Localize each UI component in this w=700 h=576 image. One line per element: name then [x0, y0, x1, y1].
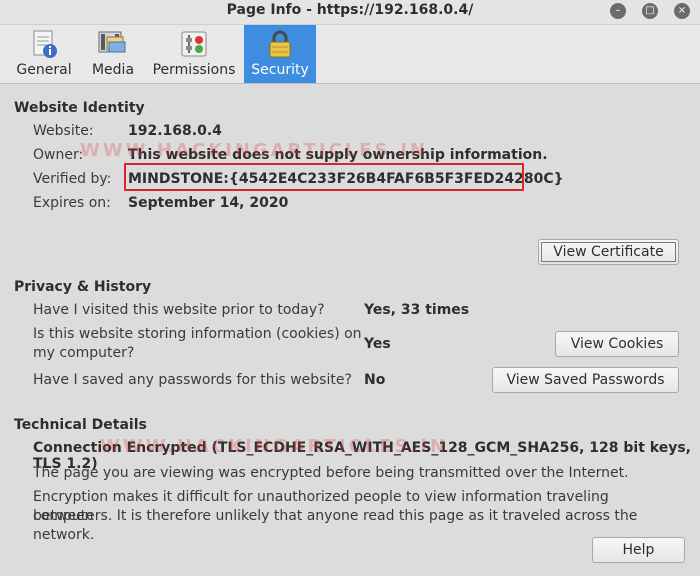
privacy-history-heading: Privacy & History	[14, 279, 152, 295]
maximize-icon: □	[645, 5, 655, 16]
tab-security[interactable]: Security	[244, 25, 316, 83]
website-value: 192.168.0.4	[128, 123, 222, 139]
verified-by-label: Verified by:	[33, 171, 112, 187]
tab-permissions-label: Permissions	[152, 62, 236, 78]
tab-media-label: Media	[91, 62, 135, 78]
cookies-answer: Yes	[364, 336, 391, 352]
expires-label: Expires on:	[33, 195, 111, 211]
help-button[interactable]: Help	[592, 537, 685, 563]
minimize-button[interactable]: –	[610, 3, 626, 19]
permissions-icon	[181, 31, 207, 57]
visited-question: Have I visited this website prior to tod…	[33, 302, 325, 318]
website-identity-heading: Website Identity	[14, 100, 145, 116]
view-certificate-button[interactable]: View Certificate	[538, 239, 679, 265]
document-info-icon	[33, 30, 57, 58]
tab-media[interactable]: Media	[84, 25, 142, 83]
window-title: Page Info - https://192.168.0.4/	[226, 2, 474, 18]
expires-value: September 14, 2020	[128, 195, 289, 211]
verified-by-highlight	[124, 163, 524, 191]
owner-label: Owner:	[33, 147, 84, 163]
passwords-answer: No	[364, 372, 386, 388]
tab-general-label: General	[16, 62, 72, 78]
website-label: Website:	[33, 123, 94, 139]
minimize-icon: –	[615, 5, 621, 16]
encryption-line1: The page you are viewing was encrypted b…	[33, 465, 629, 481]
encryption-line2b: computers. It is therefore unlikely that…	[33, 508, 638, 543]
technical-details-heading: Technical Details	[14, 417, 147, 433]
maximize-button[interactable]: □	[642, 3, 658, 19]
close-button[interactable]: ×	[674, 3, 690, 19]
visited-answer: Yes, 33 times	[364, 302, 470, 318]
media-icon	[98, 31, 126, 53]
owner-value: This website does not supply ownership i…	[128, 147, 548, 163]
close-icon: ×	[677, 5, 687, 16]
tab-security-label: Security	[251, 62, 309, 78]
lock-icon	[269, 30, 291, 58]
view-cookies-button[interactable]: View Cookies	[555, 331, 679, 357]
view-saved-passwords-button[interactable]: View Saved Passwords	[492, 367, 679, 393]
cookies-question-line1: Is this website storing information (coo…	[33, 326, 362, 342]
title-bar: Page Info - https://192.168.0.4/ – □ ×	[0, 0, 700, 25]
tab-general[interactable]: General	[10, 25, 78, 83]
cookies-question-line2: my computer?	[33, 345, 135, 361]
tab-permissions[interactable]: Permissions	[148, 25, 240, 83]
passwords-question: Have I saved any passwords for this webs…	[33, 372, 352, 388]
tab-bar: General Media Permissions Security	[0, 25, 700, 84]
